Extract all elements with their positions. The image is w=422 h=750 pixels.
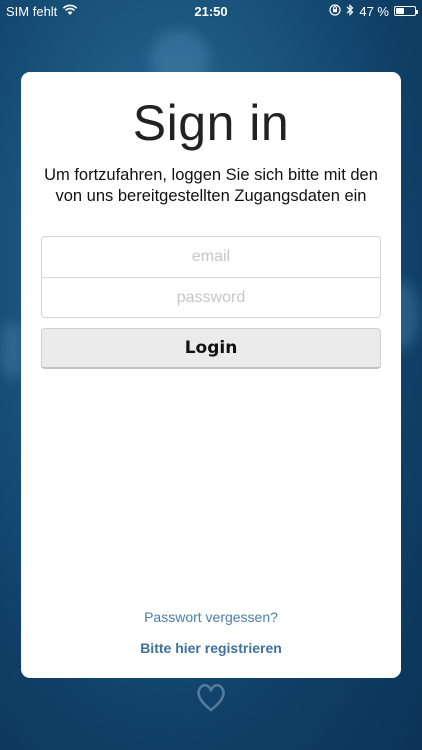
footer-logo xyxy=(0,680,422,714)
battery-level xyxy=(396,8,405,14)
password-field[interactable] xyxy=(42,277,380,317)
forgot-password-link[interactable]: Passwort vergessen? xyxy=(21,609,401,625)
login-instructions: Um fortzufahren, loggen Sie sich bitte m… xyxy=(44,166,378,205)
login-card: Sign in Um fortzufahren, loggen Sie sich… xyxy=(21,72,401,678)
register-link[interactable]: Bitte hier registrieren xyxy=(21,640,401,656)
rotation-lock-icon xyxy=(329,3,341,19)
wifi-icon xyxy=(62,4,78,19)
carrier-label: SIM fehlt xyxy=(6,3,58,19)
email-field[interactable] xyxy=(42,237,380,277)
brand-logo-icon xyxy=(197,683,225,712)
page-title: Sign in xyxy=(132,95,290,151)
battery-percent: 47 % xyxy=(359,3,389,19)
login-button[interactable]: Login xyxy=(41,328,381,369)
status-bar: SIM fehlt 21:50 47 % xyxy=(0,0,422,22)
credentials-form xyxy=(41,236,381,318)
battery-icon xyxy=(394,6,418,16)
clock: 21:50 xyxy=(194,3,228,19)
bluetooth-icon xyxy=(346,3,354,19)
